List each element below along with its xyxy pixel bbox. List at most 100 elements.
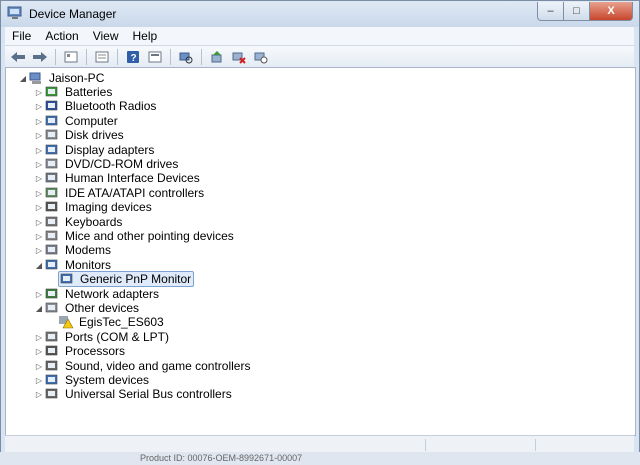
modem-icon	[45, 244, 58, 255]
tree-item[interactable]: ▷ Mice and other pointing devices	[34, 229, 236, 243]
tree-item[interactable]: ▷ Modems	[34, 243, 113, 257]
processor-icon	[45, 345, 58, 356]
device-manager-window: Device Manager – □ X File Action View He…	[0, 0, 640, 465]
expand-arrow-icon[interactable]: ▷	[34, 186, 44, 200]
computer-view-icon[interactable]	[62, 49, 80, 65]
forward-arrow-icon[interactable]	[31, 49, 49, 65]
tree-item[interactable]: ▷ Display adapters	[34, 143, 156, 157]
close-button[interactable]: X	[590, 2, 633, 21]
warning-device-icon	[59, 316, 74, 329]
expand-arrow-icon[interactable]: ▷	[34, 200, 44, 214]
expand-arrow-icon[interactable]: ▷	[34, 143, 44, 157]
expand-arrow-icon[interactable]: ▷	[34, 85, 44, 99]
tree-item-label: IDE ATA/ATAPI controllers	[65, 186, 205, 200]
tree-item-label: Computer	[65, 114, 118, 128]
maximize-button[interactable]: □	[564, 2, 590, 21]
monitor-child-label: Generic PnP Monitor	[80, 272, 192, 286]
menu-view[interactable]: View	[86, 29, 126, 43]
tree-item[interactable]: ▷ Computer	[34, 114, 120, 128]
tree-child-item[interactable]: EgisTec_ES603	[58, 315, 166, 329]
tree-item[interactable]: ▷ Disk drives	[34, 128, 126, 142]
collapse-arrow-icon[interactable]: ◢	[34, 258, 44, 272]
tree-item[interactable]: ▷ Bluetooth Radios	[34, 99, 158, 113]
tree-item[interactable]: ▷ Universal Serial Bus controllers	[34, 387, 234, 401]
tree-item-label: Bluetooth Radios	[65, 99, 157, 113]
tree-item[interactable]: ▷ DVD/CD-ROM drives	[34, 157, 180, 171]
expand-arrow-icon[interactable]: ▷	[34, 215, 44, 229]
title-bar[interactable]: Device Manager – □ X	[1, 1, 639, 27]
toolbar-separator	[86, 49, 87, 65]
expand-arrow-icon[interactable]: ▷	[34, 128, 44, 142]
tree-item[interactable]: ◢ Other devices	[34, 301, 141, 315]
tree-item[interactable]: ▷ Keyboards	[34, 215, 124, 229]
properties-icon[interactable]	[93, 49, 111, 65]
tree-item-label: Universal Serial Bus controllers	[65, 387, 232, 401]
usb-icon	[45, 388, 58, 399]
tree-item-label: DVD/CD-ROM drives	[65, 157, 179, 171]
tree-root[interactable]: ◢ Jaison-PC	[18, 71, 106, 85]
disable-device-icon[interactable]	[252, 49, 270, 65]
device-tree-pane[interactable]: ◢ Jaison-PC ▷ Batteries ▷ Bluetooth Radios ▷…	[5, 67, 636, 436]
tree-item-label: Network adapters	[65, 287, 160, 301]
expand-arrow-icon[interactable]: ▷	[34, 373, 44, 387]
menu-help[interactable]: Help	[126, 29, 165, 43]
battery-icon	[45, 86, 58, 97]
expand-arrow-icon[interactable]: ▷	[34, 387, 44, 401]
tree-item-label: Processors	[65, 344, 126, 358]
window-title: Device Manager	[29, 7, 117, 21]
back-arrow-icon[interactable]	[9, 49, 27, 65]
tree-item[interactable]: ▷ Human Interface Devices	[34, 171, 202, 185]
expand-arrow-icon[interactable]: ▷	[34, 157, 44, 171]
help-icon[interactable]: ?	[124, 49, 142, 65]
tree-item-label: Batteries	[65, 85, 113, 99]
tree-item[interactable]: ▷ System devices	[34, 373, 151, 387]
view-list-icon[interactable]	[146, 49, 164, 65]
ide-controller-icon	[45, 187, 58, 198]
expand-arrow-icon[interactable]: ▷	[34, 243, 44, 257]
monitor-icon	[45, 259, 58, 270]
tree-item[interactable]: ▷ Sound, video and game controllers	[34, 359, 252, 373]
menu-file[interactable]: File	[5, 29, 38, 43]
menu-action[interactable]: Action	[38, 29, 85, 43]
minimize-button[interactable]: –	[537, 2, 564, 21]
svg-text:?: ?	[131, 53, 137, 64]
expand-arrow-icon[interactable]: ▷	[34, 287, 44, 301]
bluetooth-icon	[45, 100, 58, 111]
tree-item[interactable]: ▷ IDE ATA/ATAPI controllers	[34, 186, 206, 200]
tree-item-label: Imaging devices	[65, 200, 152, 214]
uninstall-icon[interactable]	[230, 49, 248, 65]
other-devices-icon	[45, 302, 58, 313]
computer-icon	[29, 72, 41, 84]
tree-item[interactable]: ◢ Monitors	[34, 258, 113, 272]
background-window-text: Product ID: 00076-OEM-8992671-00007	[0, 452, 640, 465]
tree-item-label: Monitors	[65, 258, 112, 272]
expand-arrow-icon[interactable]: ▷	[34, 344, 44, 358]
device-manager-icon	[7, 6, 22, 19]
tree-root-label: Jaison-PC	[49, 71, 105, 85]
toolbar-separator	[170, 49, 171, 65]
tree-child-item[interactable]: Generic PnP Monitor	[58, 271, 195, 287]
network-adapter-icon	[45, 288, 58, 299]
tree-item[interactable]: ▷ Processors	[34, 344, 127, 358]
expand-arrow-icon[interactable]: ▷	[34, 330, 44, 344]
speaker-icon	[45, 360, 58, 371]
tree-item-label: Mice and other pointing devices	[65, 229, 234, 243]
expand-arrow-icon[interactable]: ▷	[34, 99, 44, 113]
device-tree: ◢ Jaison-PC ▷ Batteries ▷ Bluetooth Radios ▷…	[6, 68, 635, 435]
camera-icon	[45, 201, 58, 212]
expand-arrow-icon[interactable]: ▷	[34, 114, 44, 128]
tree-item[interactable]: ▷ Batteries	[34, 85, 114, 99]
toolbar-separator	[55, 49, 56, 65]
scan-hardware-icon[interactable]	[177, 49, 195, 65]
expand-arrow-icon[interactable]: ▷	[34, 229, 44, 243]
display-adapter-icon	[45, 144, 58, 155]
collapse-arrow-icon[interactable]: ◢	[34, 301, 44, 315]
tree-item[interactable]: ▷ Network adapters	[34, 287, 161, 301]
expand-arrow-icon[interactable]: ▷	[34, 359, 44, 373]
tree-item[interactable]: ▷ Ports (COM & LPT)	[34, 330, 171, 344]
tree-item[interactable]: ▷ Imaging devices	[34, 200, 154, 214]
toolbar-separator	[201, 49, 202, 65]
expand-arrow-icon[interactable]: ▷	[34, 171, 44, 185]
update-driver-icon[interactable]	[208, 49, 226, 65]
collapse-arrow-icon[interactable]: ◢	[18, 71, 28, 85]
